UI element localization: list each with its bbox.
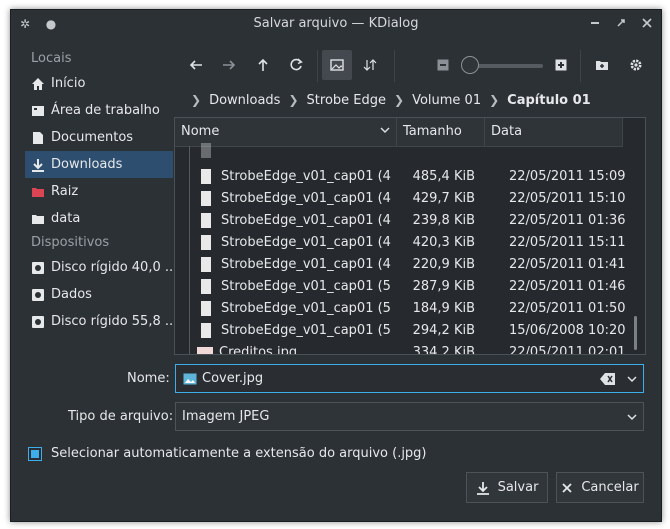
table-row[interactable]: Creditos.jpg 334,2 KiB 22/05/2011 02:01 [175, 342, 626, 354]
new-folder-icon [596, 61, 608, 70]
breadcrumb-item-downloads[interactable]: Downloads [209, 93, 280, 108]
table-row[interactable]: StrobeEdge_v01_cap01 (5... 287,9 KiB 22/… [175, 276, 626, 298]
breadcrumb-item-strobe-edge[interactable]: Strobe Edge [307, 93, 386, 108]
sort-icon [363, 59, 377, 71]
scrollbar-handle[interactable] [634, 316, 637, 350]
table-row[interactable]: StrobeEdge_v01_cap01 (5... 184,9 KiB 22/… [175, 298, 626, 320]
file-thumbnail [201, 323, 211, 338]
file-type-select[interactable]: Imagem JPEG [175, 402, 644, 431]
gear-icon [630, 59, 642, 71]
plus-icon [555, 59, 567, 71]
harddisk-icon [31, 315, 45, 329]
file-thumbnail [201, 191, 211, 206]
image-icon [330, 59, 344, 71]
reload-button[interactable] [281, 50, 311, 80]
folder-icon [31, 212, 45, 226]
file-thumbnail [201, 279, 211, 294]
forward-button[interactable] [214, 50, 244, 80]
sidebar-item-downloads[interactable]: Downloads [25, 151, 173, 178]
table-row[interactable]: StrobeEdge_v01_cap01 (4... 429,7 KiB 22/… [175, 188, 626, 210]
file-thumbnail [197, 347, 213, 354]
save-dialog-window: ✲ ● Salvar arquivo — KDialog Locais Iníc… [10, 9, 662, 522]
sidebar-item-root[interactable]: Raiz [25, 178, 173, 205]
file-type-label: Tipo de arquivo: [68, 409, 174, 424]
navigation-toolbar [181, 50, 651, 82]
sort-button[interactable] [355, 50, 385, 80]
chevron-right-icon: ❯ [288, 93, 299, 107]
arrow-up-icon [258, 58, 268, 71]
sidebar-item-home[interactable]: Início [25, 70, 173, 97]
table-row-partial [175, 140, 623, 162]
back-button[interactable] [181, 50, 211, 80]
desktop-icon [31, 104, 45, 118]
minimize-icon[interactable] [587, 16, 603, 32]
cancel-icon [561, 482, 573, 494]
clear-text-icon[interactable] [600, 372, 616, 390]
file-list: Nome Tamanho Data StrobeEdge_v01_cap01 (… [174, 117, 646, 355]
options-button[interactable] [621, 50, 651, 80]
home-icon [31, 77, 45, 91]
download-icon [31, 158, 45, 172]
maximize-icon[interactable] [613, 16, 629, 32]
file-thumbnail [201, 257, 211, 272]
minus-icon [437, 59, 449, 71]
file-list-scrollbar[interactable] [631, 146, 641, 352]
preview-toggle-button[interactable] [322, 50, 352, 80]
sidebar-item-data[interactable]: data [25, 205, 173, 232]
name-label: Nome: [127, 371, 170, 386]
devices-heading: Dispositivos [31, 235, 110, 250]
chevron-down-icon[interactable] [626, 373, 638, 389]
auto-extension-checkbox[interactable] [28, 447, 42, 461]
file-thumbnail [201, 213, 211, 228]
zoom-slider-handle[interactable] [461, 56, 479, 74]
sidebar-item-disk-55[interactable]: Disco rígido 55,8 ... [25, 308, 173, 335]
file-thumbnail [201, 143, 211, 158]
file-thumbnail [201, 301, 211, 316]
reload-icon [290, 58, 303, 71]
breadcrumb-item-volume[interactable]: Volume 01 [412, 93, 481, 108]
table-row[interactable]: StrobeEdge_v01_cap01 (4... 485,4 KiB 22/… [175, 166, 626, 188]
filename-value: Cover.jpg [202, 371, 264, 386]
chevron-right-icon: ❯ [191, 93, 202, 107]
chevron-right-icon: ❯ [394, 93, 405, 107]
breadcrumb-item-chapter[interactable]: Capítulo 01 [507, 93, 591, 108]
arrow-left-icon [189, 60, 202, 70]
auto-extension-label: Selecionar automaticamente a extensão do… [51, 446, 427, 461]
new-folder-button[interactable] [587, 50, 617, 80]
zoom-slider[interactable] [471, 64, 543, 68]
places-sidebar: Locais Início Área de trabalho Documento… [25, 48, 173, 335]
file-thumbnail [201, 235, 211, 250]
cancel-button[interactable]: Cancelar [556, 472, 644, 503]
title-bar: ✲ ● Salvar arquivo — KDialog [11, 10, 661, 38]
places-heading: Locais [31, 51, 72, 66]
table-row[interactable]: StrobeEdge_v01_cap01 (4... 220,9 KiB 22/… [175, 254, 626, 276]
image-file-icon [183, 372, 197, 390]
harddisk-icon [31, 288, 45, 302]
close-icon[interactable] [639, 16, 655, 32]
document-icon [31, 131, 45, 145]
arrow-right-icon [223, 60, 236, 70]
zoom-in-button[interactable] [546, 50, 576, 80]
folder-red-icon [31, 185, 45, 199]
sidebar-item-dados[interactable]: Dados [25, 281, 173, 308]
up-button[interactable] [248, 50, 278, 80]
sidebar-item-documents[interactable]: Documentos [25, 124, 173, 151]
sidebar-item-disk-40[interactable]: Disco rígido 40,0 ... [25, 254, 173, 281]
harddisk-icon [31, 261, 45, 275]
save-button[interactable]: Salvar [466, 472, 548, 503]
chevron-right-icon: ❯ [489, 93, 500, 107]
chevron-down-icon [626, 411, 638, 427]
table-row[interactable]: StrobeEdge_v01_cap01 (4... 239,8 KiB 22/… [175, 210, 626, 232]
file-thumbnail [201, 169, 211, 184]
window-title: Salvar arquivo — KDialog [253, 16, 419, 31]
sidebar-item-desktop[interactable]: Área de trabalho [25, 97, 173, 124]
table-row[interactable]: StrobeEdge_v01_cap01 (5... 294,2 KiB 15/… [175, 320, 626, 342]
filename-input[interactable]: Cover.jpg [175, 364, 644, 393]
table-row[interactable]: StrobeEdge_v01_cap01 (4... 420,3 KiB 22/… [175, 232, 626, 254]
save-icon [476, 481, 490, 495]
breadcrumb: ❯ Downloads ❯ Strobe Edge ❯ Volume 01 ❯ … [183, 90, 591, 110]
zoom-out-button[interactable] [428, 50, 458, 80]
file-type-value: Imagem JPEG [182, 409, 270, 424]
